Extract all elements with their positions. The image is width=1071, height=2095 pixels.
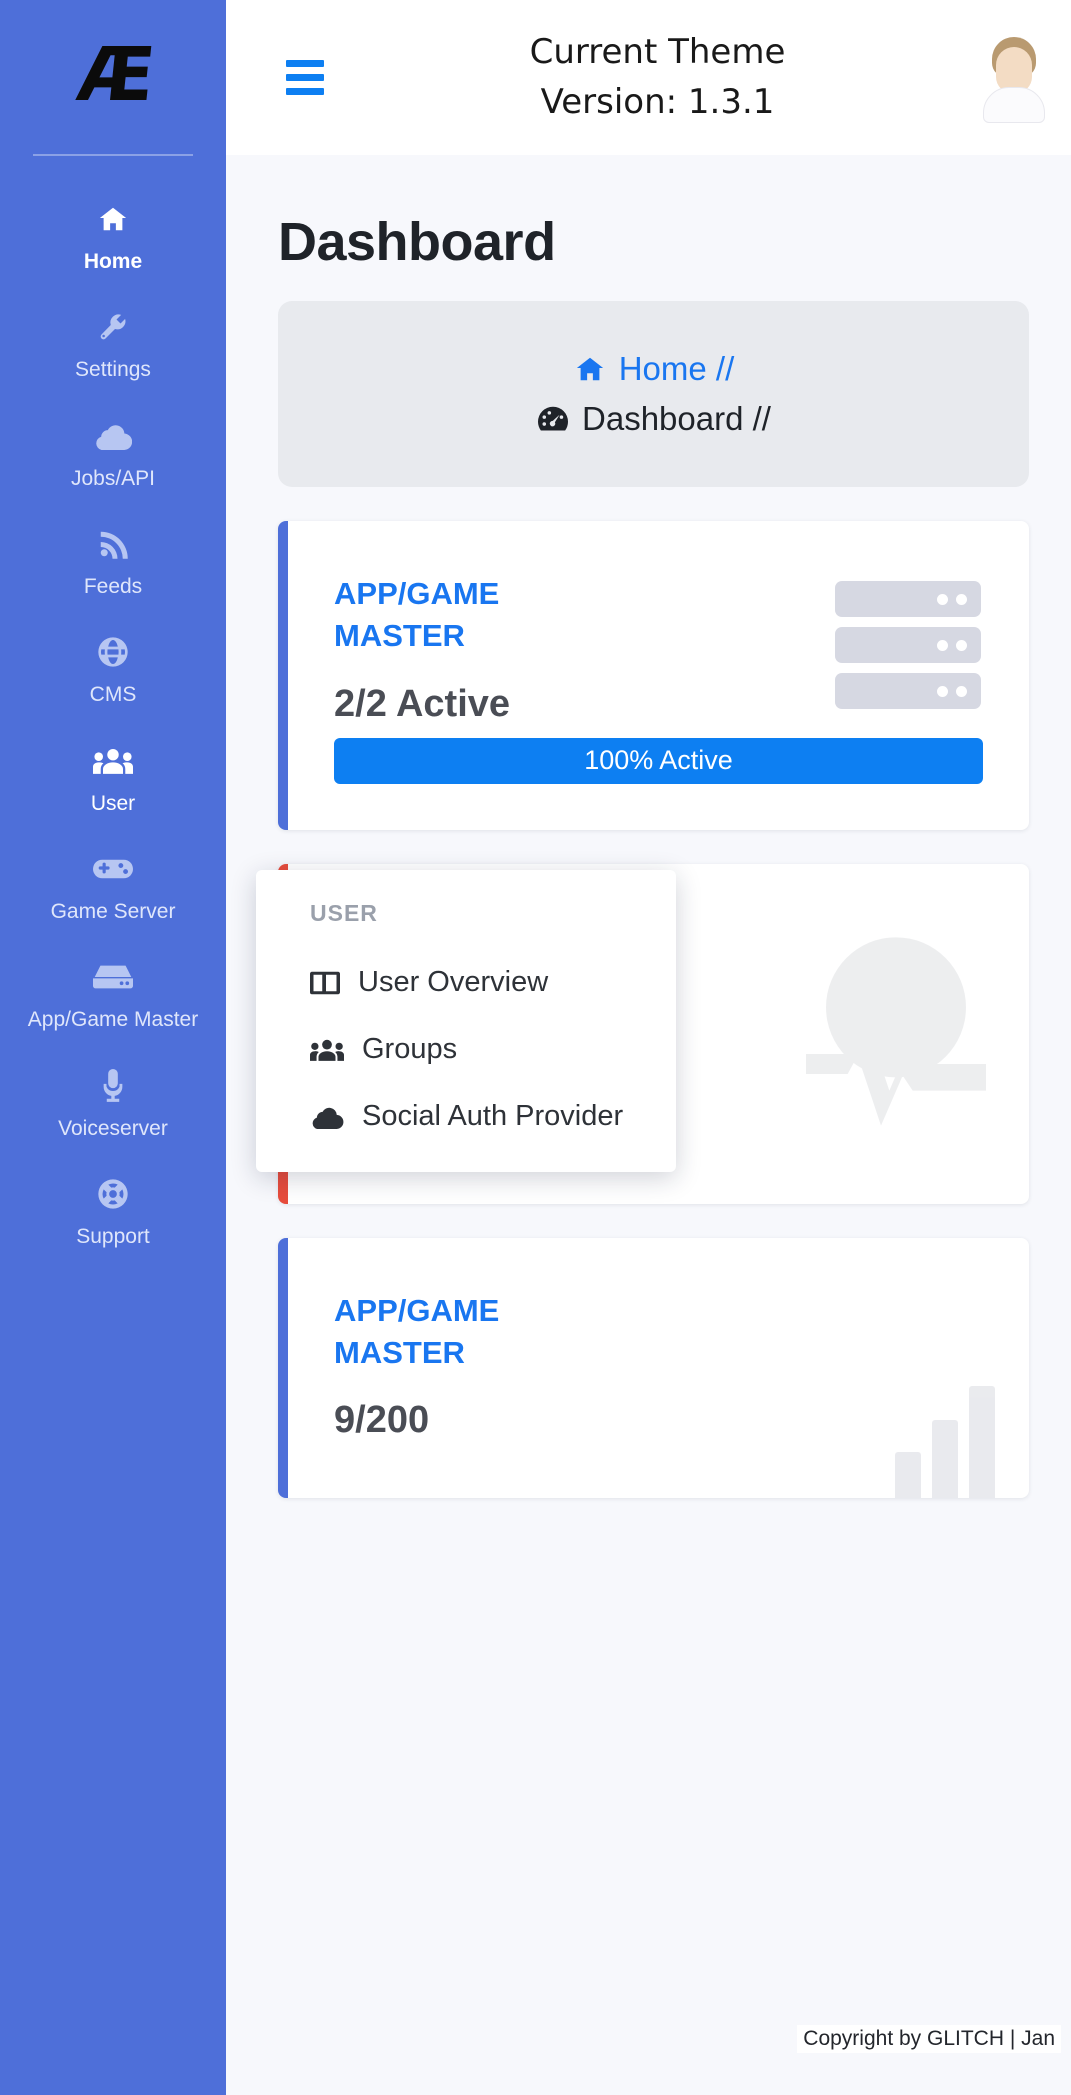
dropdown-item-user-overview[interactable]: User Overview bbox=[256, 949, 676, 1016]
user-dropdown-menu[interactable]: USER User Overview Groups Social Auth Pr… bbox=[256, 870, 676, 1172]
dropdown-label-user-overview: User Overview bbox=[358, 966, 548, 999]
page-content: Dashboard Home // Dashboard // bbox=[226, 155, 1071, 1498]
home-icon bbox=[93, 202, 133, 236]
dropdown-label-groups: Groups bbox=[362, 1033, 457, 1066]
breadcrumb-item-home[interactable]: Home // bbox=[573, 350, 735, 388]
card-heading: APP/GAME MASTER bbox=[334, 573, 634, 657]
footer-copyright: Copyright by GLITCH | Jan bbox=[797, 2025, 1061, 2053]
server-led-b bbox=[956, 640, 967, 651]
server-unit-1 bbox=[835, 581, 981, 617]
server-unit-2 bbox=[835, 627, 981, 663]
server-led-b bbox=[956, 686, 967, 697]
globe-icon bbox=[93, 635, 133, 669]
bar-2 bbox=[932, 1420, 958, 1498]
hamburger-bar-1 bbox=[286, 60, 324, 67]
cloud-icon bbox=[310, 1105, 344, 1129]
server-led-a bbox=[937, 640, 948, 651]
server-unit-3 bbox=[835, 673, 981, 709]
topbar: Current Theme Version: 1.3.1 bbox=[226, 0, 1071, 155]
app-root: Æ Home Settings Jobs/API Feeds bbox=[0, 0, 1071, 2095]
sidebar-label-voiceserver: Voiceserver bbox=[58, 1115, 168, 1143]
tachometer-icon bbox=[536, 404, 570, 434]
wrench-icon bbox=[93, 310, 133, 344]
progress-label: 100% Active bbox=[584, 745, 733, 776]
server-icon bbox=[93, 960, 133, 994]
bar-1 bbox=[895, 1452, 921, 1498]
sidebar-item-game-server[interactable]: Game Server bbox=[0, 836, 226, 944]
gamepad-icon bbox=[93, 852, 133, 886]
chart-bars-icon bbox=[895, 1386, 995, 1498]
dropdown-label-social-auth-provider: Social Auth Provider bbox=[362, 1100, 623, 1133]
breadcrumb-label-dashboard: Dashboard // bbox=[582, 400, 771, 438]
sidebar-label-home: Home bbox=[84, 248, 142, 276]
theme-line-1: Current Theme bbox=[346, 28, 969, 77]
columns-icon bbox=[310, 970, 340, 996]
sidebar-label-app-game-master: App/Game Master bbox=[28, 1006, 198, 1034]
lifering-icon bbox=[93, 1177, 133, 1211]
breadcrumb-label-home: Home // bbox=[619, 350, 735, 388]
sidebar-item-voiceserver[interactable]: Voiceserver bbox=[0, 1053, 226, 1161]
brand-logo[interactable]: Æ bbox=[0, 0, 226, 150]
sidebar-divider bbox=[33, 154, 193, 156]
sidebar-item-feeds[interactable]: Feeds bbox=[0, 511, 226, 619]
card-app-game-master-count[interactable]: APP/GAME MASTER 9/200 bbox=[278, 1238, 1029, 1498]
theme-line-2: Version: 1.3.1 bbox=[346, 78, 969, 127]
bar-3 bbox=[969, 1386, 995, 1498]
page-title: Dashboard bbox=[226, 195, 1071, 301]
cloud-icon bbox=[93, 419, 133, 453]
users-icon bbox=[93, 744, 133, 778]
progress-bar: 100% Active bbox=[334, 738, 983, 784]
dropdown-item-social-auth-provider[interactable]: Social Auth Provider bbox=[256, 1083, 676, 1150]
sidebar-label-game-server: Game Server bbox=[51, 898, 176, 926]
ae-logo-icon: Æ bbox=[74, 38, 152, 112]
card-app-game-master-active[interactable]: APP/GAME MASTER 2/2 Active 100% Active bbox=[278, 521, 1029, 830]
sidebar-item-user[interactable]: User bbox=[0, 728, 226, 836]
server-stack-icon bbox=[835, 581, 981, 709]
sidebar-label-settings: Settings bbox=[75, 356, 151, 384]
card-value: 9/200 bbox=[334, 1399, 983, 1442]
sidebar: Æ Home Settings Jobs/API Feeds bbox=[0, 0, 226, 2095]
sidebar-item-app-game-master[interactable]: App/Game Master bbox=[0, 944, 226, 1052]
avatar-body bbox=[983, 87, 1045, 123]
heartbeat-icon bbox=[791, 934, 1001, 1139]
breadcrumb: Home // Dashboard // bbox=[278, 301, 1029, 487]
sidebar-item-settings[interactable]: Settings bbox=[0, 294, 226, 402]
sidebar-label-feeds: Feeds bbox=[84, 573, 142, 601]
server-led-b bbox=[956, 594, 967, 605]
theme-version-label: Current Theme Version: 1.3.1 bbox=[346, 28, 969, 127]
hamburger-bar-2 bbox=[286, 74, 324, 81]
sidebar-item-cms[interactable]: CMS bbox=[0, 619, 226, 727]
sidebar-label-cms: CMS bbox=[90, 681, 137, 709]
server-led-a bbox=[937, 686, 948, 697]
server-led-a bbox=[937, 594, 948, 605]
sidebar-label-user: User bbox=[91, 790, 135, 818]
hamburger-icon[interactable] bbox=[286, 60, 326, 95]
breadcrumb-item-dashboard: Dashboard // bbox=[536, 400, 771, 438]
sidebar-label-jobs-api: Jobs/API bbox=[71, 465, 155, 493]
avatar[interactable] bbox=[979, 35, 1049, 121]
dropdown-title: USER bbox=[256, 900, 676, 949]
avatar-face bbox=[996, 47, 1032, 93]
sidebar-item-home[interactable]: Home bbox=[0, 186, 226, 294]
rss-icon bbox=[93, 527, 133, 561]
users-icon bbox=[310, 1038, 344, 1062]
card-heading: APP/GAME MASTER bbox=[334, 1290, 634, 1374]
sidebar-label-support: Support bbox=[76, 1223, 150, 1251]
dropdown-item-groups[interactable]: Groups bbox=[256, 1016, 676, 1083]
hamburger-bar-3 bbox=[286, 88, 324, 95]
sidebar-item-support[interactable]: Support bbox=[0, 1161, 226, 1269]
microphone-icon bbox=[93, 1069, 133, 1103]
home-icon bbox=[573, 354, 607, 384]
sidebar-item-jobs-api[interactable]: Jobs/API bbox=[0, 403, 226, 511]
